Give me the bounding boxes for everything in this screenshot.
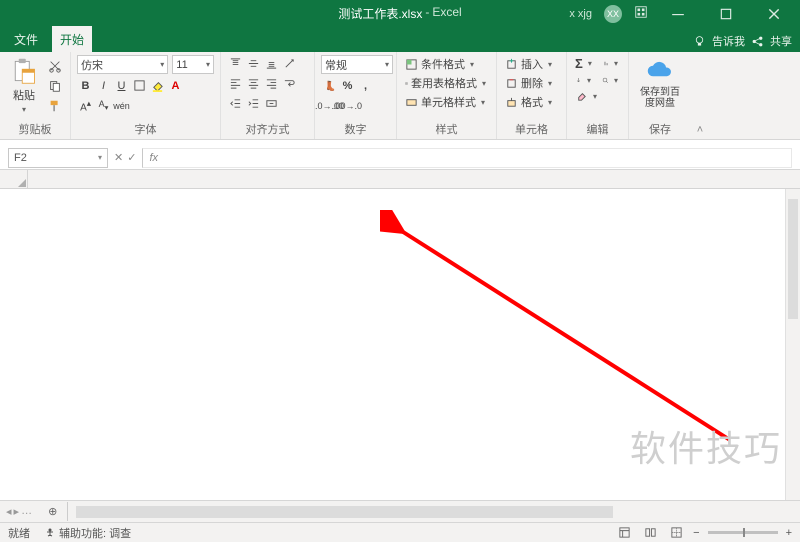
- app-name: Excel: [432, 5, 461, 22]
- font-size-combo[interactable]: 11▾: [172, 55, 214, 74]
- cut-button[interactable]: [46, 57, 64, 75]
- page-break-view-button[interactable]: [667, 525, 685, 541]
- group-alignment: 对齐方式: [221, 52, 315, 139]
- group-editing: Σ▾ ▾ ▾ ▾ ▾ 编辑: [567, 52, 629, 139]
- close-button[interactable]: [756, 7, 792, 21]
- bold-button[interactable]: B: [77, 77, 94, 94]
- cell-styles-button[interactable]: 单元格样式▾: [403, 93, 490, 111]
- accounting-button[interactable]: 👢: [321, 77, 338, 94]
- align-bottom-button[interactable]: [263, 55, 280, 72]
- ribbon-options-icon[interactable]: [634, 5, 648, 22]
- titlebar: 测试工作表.xlsx - Excel x xjg XX: [0, 0, 800, 27]
- font-color-button[interactable]: A: [167, 77, 184, 94]
- maximize-button[interactable]: [708, 7, 744, 21]
- increase-indent-button[interactable]: [245, 95, 262, 112]
- italic-button[interactable]: I: [95, 77, 112, 94]
- account-name[interactable]: x xjg: [569, 8, 592, 20]
- worksheet-grid[interactable]: 软件技巧: [0, 170, 800, 500]
- cancel-formula-button[interactable]: ✕: [114, 151, 123, 164]
- normal-view-button[interactable]: [615, 525, 633, 541]
- save-to-baidu-button[interactable]: 保存到百度网盘: [635, 55, 685, 111]
- tab-开始[interactable]: 开始: [52, 26, 92, 52]
- merge-button[interactable]: [263, 95, 280, 112]
- comma-button[interactable]: ,: [357, 77, 374, 94]
- svg-text:👢: 👢: [325, 80, 336, 92]
- sheet-tab-bar: ◂ ▸ … ⊕: [0, 500, 800, 522]
- decrease-font-button[interactable]: A▾: [95, 97, 112, 114]
- status-accessibility[interactable]: 辅助功能: 调查: [44, 525, 131, 541]
- group-font: 仿宋▾ 11▾ B I U A A▴ A▾ wén 字体: [71, 52, 221, 139]
- sheet-nav-next[interactable]: ▸: [14, 505, 20, 518]
- group-number: 常规▾ 👢 % , .0→.00 .00→.0 数字: [315, 52, 397, 139]
- align-center-button[interactable]: [245, 75, 262, 92]
- file-name: 测试工作表.xlsx: [338, 5, 422, 22]
- enter-formula-button[interactable]: ✓: [127, 151, 136, 164]
- copy-button[interactable]: [46, 77, 64, 95]
- delete-cells-button[interactable]: 删除▾: [503, 74, 560, 92]
- fill-color-button[interactable]: [149, 77, 166, 94]
- tell-me[interactable]: 告诉我: [712, 33, 745, 49]
- wrap-text-button[interactable]: [281, 75, 298, 92]
- watermark: 软件技巧: [630, 420, 782, 472]
- account-badge[interactable]: XX: [604, 5, 622, 23]
- ribbon-tabstrip: 文件 开始 告诉我 共享: [0, 27, 800, 52]
- fill-button[interactable]: ▾ ▾: [573, 73, 622, 88]
- new-sheet-button[interactable]: ⊕: [38, 502, 68, 521]
- increase-font-button[interactable]: A▴: [77, 97, 94, 114]
- align-middle-button[interactable]: [245, 55, 262, 72]
- zoom-slider[interactable]: [708, 531, 778, 534]
- share-icon[interactable]: [751, 35, 764, 48]
- percent-button[interactable]: %: [339, 77, 356, 94]
- formula-bar[interactable]: fx: [142, 148, 792, 168]
- group-styles: 条件格式▾ 套用表格格式▾ 单元格样式▾ 样式: [397, 52, 497, 139]
- insert-cells-button[interactable]: 插入▾: [503, 55, 560, 73]
- decrease-indent-button[interactable]: [227, 95, 244, 112]
- ribbon: 粘贴 ▾ 剪贴板 仿宋▾ 11▾ B I U A: [0, 52, 800, 140]
- share-button[interactable]: 共享: [770, 33, 792, 49]
- sheet-nav-more[interactable]: …: [21, 505, 32, 518]
- number-format-combo[interactable]: 常规▾: [321, 55, 393, 74]
- annotation-arrow: [380, 210, 750, 460]
- format-cells-button[interactable]: 格式▾: [503, 93, 560, 111]
- align-left-button[interactable]: [227, 75, 244, 92]
- horizontal-scrollbar[interactable]: [76, 506, 792, 518]
- window-title: 测试工作表.xlsx - Excel: [338, 5, 461, 22]
- group-save: 保存到百度网盘 保存: [629, 52, 691, 139]
- select-all-corner[interactable]: [0, 170, 28, 188]
- page-layout-view-button[interactable]: [641, 525, 659, 541]
- font-name-combo[interactable]: 仿宋▾: [77, 55, 168, 74]
- group-cells: 插入▾ 删除▾ 格式▾ 单元格: [497, 52, 567, 139]
- clear-button[interactable]: ▾: [573, 89, 622, 104]
- orientation-button[interactable]: [281, 55, 298, 72]
- vertical-scrollbar[interactable]: [785, 189, 800, 500]
- align-top-button[interactable]: [227, 55, 244, 72]
- format-as-table-button[interactable]: 套用表格格式▾: [403, 74, 490, 92]
- status-ready: 就绪: [8, 525, 30, 541]
- status-bar: 就绪 辅助功能: 调查 − +: [0, 522, 800, 542]
- formula-bar-row: F2▾ ✕ ✓ fx: [0, 146, 800, 170]
- minimize-button[interactable]: [660, 7, 696, 21]
- border-button[interactable]: [131, 77, 148, 94]
- paste-button[interactable]: 粘贴 ▾: [6, 55, 42, 116]
- align-right-button[interactable]: [263, 75, 280, 92]
- conditional-formatting-button[interactable]: 条件格式▾: [403, 55, 490, 73]
- format-painter-button[interactable]: [46, 97, 64, 115]
- sheet-nav-prev[interactable]: ◂: [6, 505, 12, 518]
- tab-file[interactable]: 文件: [0, 26, 52, 52]
- sort-icon: [603, 57, 609, 70]
- fx-icon: fx: [149, 152, 158, 164]
- collapse-ribbon-button[interactable]: ˄: [691, 52, 709, 139]
- phonetic-button[interactable]: wén: [113, 97, 130, 114]
- underline-button[interactable]: U: [113, 77, 130, 94]
- autosum-button[interactable]: Σ▾ ▾: [573, 55, 622, 72]
- find-icon: [602, 74, 609, 87]
- group-clipboard: 粘贴 ▾ 剪贴板: [0, 52, 71, 139]
- decrease-decimal-button[interactable]: .00→.0: [339, 97, 356, 114]
- name-box[interactable]: F2▾: [8, 148, 108, 168]
- lightbulb-icon: [693, 35, 706, 48]
